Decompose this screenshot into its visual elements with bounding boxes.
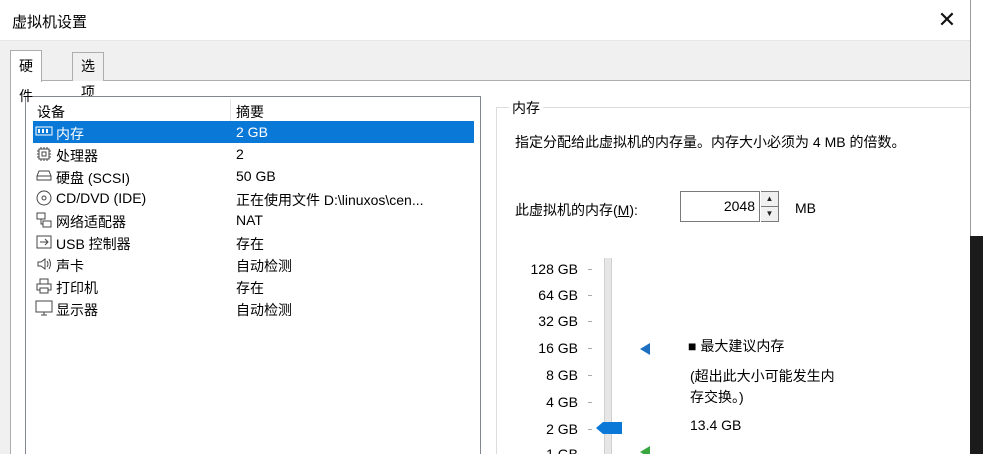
max-recommended-label: ■ 最大建议内存	[688, 338, 785, 354]
device-name: 硬盘 (SCSI)	[56, 170, 130, 186]
cd-dvd-icon	[35, 190, 53, 206]
sound-card-icon	[35, 256, 53, 272]
memory-icon	[35, 124, 53, 140]
tab-hardware[interactable]: 硬件	[10, 50, 42, 104]
background-window	[970, 236, 983, 454]
device-summary: 存在	[236, 236, 264, 252]
scale-tick	[588, 375, 592, 376]
processor-icon	[35, 146, 53, 162]
triangle-up-icon: ▲	[765, 194, 774, 203]
device-row-printer[interactable]: 打印机 存在	[33, 275, 474, 297]
memory-slider-thumb[interactable]	[596, 421, 622, 434]
scale-label: 32 GB	[538, 313, 578, 329]
max-recommended-note: (超出此大小可能发生内存交换。)	[690, 368, 835, 405]
device-name: 打印机	[56, 280, 98, 296]
device-name: CD/DVD (IDE)	[56, 190, 147, 206]
device-row-memory[interactable]: 内存 2 GB	[33, 121, 474, 143]
close-icon: ✕	[937, 7, 957, 32]
scale-tick	[588, 429, 592, 430]
memory-label-accesskey: M	[617, 202, 630, 218]
device-list[interactable]: 设备 摘要 内存 2 GB 处理器 2 硬盘 (SCSI) 50 GB CD/D…	[25, 96, 481, 454]
memory-size-input[interactable]: 2048	[680, 191, 760, 222]
scale-label: 4 GB	[546, 394, 578, 410]
recommended-marker	[640, 446, 650, 454]
device-summary: 自动检测	[236, 302, 292, 318]
device-row-usb-controller[interactable]: USB 控制器 存在	[33, 231, 474, 253]
scale-tick	[588, 348, 592, 349]
scale-label: 1 GB	[546, 446, 578, 454]
triangle-down-icon: ▼	[765, 209, 774, 218]
device-row-network-adapter[interactable]: 网络适配器 NAT	[33, 209, 474, 231]
scale-label: 128 GB	[530, 261, 578, 277]
tab-options[interactable]: 选项	[72, 52, 104, 100]
device-name: 显示器	[56, 302, 98, 318]
scale-tick	[588, 269, 592, 270]
device-name: 网络适配器	[56, 214, 126, 230]
device-row-display[interactable]: 显示器 自动检测	[33, 297, 474, 319]
device-row-cd-dvd[interactable]: CD/DVD (IDE) 正在使用文件 D:\linuxos\cen...	[33, 187, 474, 209]
network-adapter-icon	[35, 212, 53, 228]
device-row-processor[interactable]: 处理器 2	[33, 143, 474, 165]
max-recommended-marker	[640, 343, 650, 355]
memory-field-label: 此虚拟机的内存(M):	[515, 200, 638, 220]
device-summary: 自动检测	[236, 258, 292, 274]
printer-icon	[35, 278, 53, 294]
background-window-edge	[970, 0, 983, 454]
spin-down-button[interactable]: ▼	[761, 207, 778, 221]
device-list-header: 设备 摘要	[26, 97, 480, 121]
device-summary: 存在	[236, 280, 264, 296]
device-summary: 2	[236, 146, 244, 162]
scale-label: 64 GB	[538, 287, 578, 303]
column-header-device[interactable]: 设备	[37, 102, 65, 122]
max-recommended-value: 13.4 GB	[690, 417, 742, 433]
device-summary: NAT	[236, 212, 263, 228]
device-name: 内存	[56, 126, 84, 142]
scale-label: 16 GB	[538, 340, 578, 356]
memory-group-title: 内存	[509, 98, 543, 118]
device-name: 声卡	[56, 258, 84, 274]
device-row-hard-disk[interactable]: 硬盘 (SCSI) 50 GB	[33, 165, 474, 187]
memory-label-prefix: 此虚拟机的内存(	[515, 202, 618, 218]
device-name: 处理器	[56, 148, 98, 164]
scale-tick	[588, 321, 592, 322]
vm-settings-dialog: 虚拟机设置 ✕ 硬件 选项 设备 摘要 内存 2 GB 处理器 2 硬盘 (SC…	[0, 0, 970, 454]
column-divider[interactable]	[230, 99, 231, 121]
scale-label: 8 GB	[546, 367, 578, 383]
device-summary: 正在使用文件 D:\linuxos\cen...	[236, 192, 424, 208]
scale-tick	[588, 295, 592, 296]
device-summary: 50 GB	[236, 168, 276, 184]
scale-tick	[588, 402, 592, 403]
close-button[interactable]: ✕	[924, 0, 970, 40]
title-bar: 虚拟机设置 ✕	[0, 0, 970, 41]
memory-label-suffix: ):	[629, 202, 638, 218]
memory-spinner: ▲ ▼	[761, 191, 779, 222]
device-summary: 2 GB	[236, 124, 268, 140]
display-icon	[35, 300, 53, 316]
device-row-sound-card[interactable]: 声卡 自动检测	[33, 253, 474, 275]
window-title: 虚拟机设置	[12, 14, 88, 31]
device-name: USB 控制器	[56, 236, 131, 252]
memory-unit: MB	[795, 200, 816, 216]
usb-controller-icon	[35, 234, 53, 250]
scale-label: 2 GB	[546, 421, 578, 437]
memory-description: 指定分配给此虚拟机的内存量。内存大小必须为 4 MB 的倍数。	[515, 134, 906, 150]
spin-up-button[interactable]: ▲	[761, 192, 778, 207]
column-header-summary[interactable]: 摘要	[236, 102, 264, 122]
hard-disk-icon	[35, 168, 53, 184]
